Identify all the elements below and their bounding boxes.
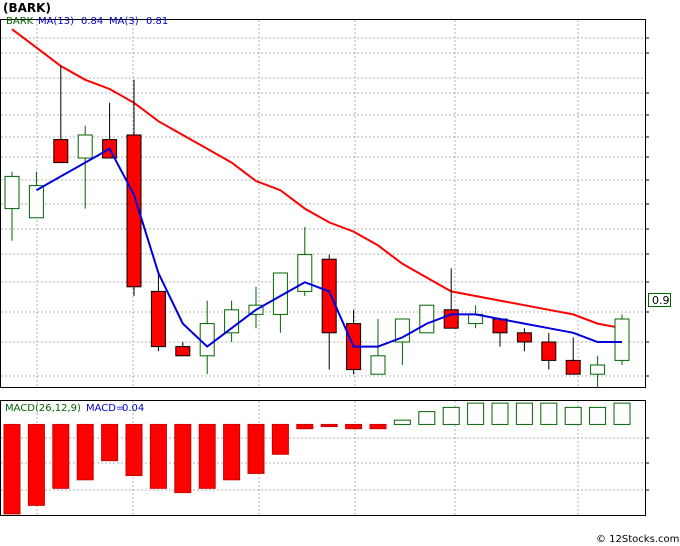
candle-body <box>590 364 606 375</box>
macd-bar <box>27 423 45 506</box>
macd-legend-value: 0.04 <box>122 403 144 414</box>
legend-ma13-value: 0.84 <box>81 16 103 27</box>
candle-body <box>614 318 630 361</box>
candle-body <box>175 346 191 357</box>
candle-body <box>541 341 557 361</box>
macd-bar <box>345 423 363 430</box>
candle-body <box>492 318 508 334</box>
candle-body <box>565 359 581 375</box>
candle-body <box>321 258 337 334</box>
chart-svg: (BARK) BARK MA(13) 0.84 MA(3) 0.81 MACD(… <box>0 1 679 545</box>
macd-bar <box>613 402 631 425</box>
last-price-label: 0.9 <box>652 294 670 307</box>
candle-body <box>370 355 386 375</box>
chart-title: (BARK) <box>3 1 51 15</box>
candle-body <box>419 304 435 334</box>
macd-bar <box>271 423 289 455</box>
candle-body <box>199 323 215 357</box>
macd-bar <box>515 402 533 425</box>
macd-legend-name: MACD <box>86 403 116 414</box>
macd-bar <box>442 406 460 425</box>
macd-bar <box>3 423 21 515</box>
candle-body <box>443 309 459 329</box>
macd-bar <box>223 423 241 481</box>
candle-body <box>516 332 532 343</box>
candle-body <box>77 134 93 159</box>
macd-bar <box>174 423 192 494</box>
macd-bar <box>101 423 119 462</box>
macd-bar <box>125 423 143 477</box>
macd-bar <box>320 423 338 428</box>
legend-ma13-name: MA(13) <box>38 16 74 27</box>
macd-bar <box>369 423 387 430</box>
macd-bar <box>247 423 265 474</box>
macd-bar <box>149 423 167 489</box>
macd-bar <box>491 402 509 425</box>
candle-body <box>28 185 44 219</box>
candle-body <box>4 175 20 210</box>
macd-bar <box>393 419 411 425</box>
legend-ma3-name: MA(3) <box>109 16 139 27</box>
macd-bar <box>467 402 485 425</box>
macd-bar <box>76 423 94 481</box>
macd-bar <box>198 423 216 489</box>
legend-ma3-value: 0.81 <box>146 16 168 27</box>
macd-bar <box>589 406 607 425</box>
macd-bar <box>564 406 582 425</box>
watermark: © 12Stocks.com <box>596 534 679 545</box>
candle-body <box>53 139 69 164</box>
ticker-label: BARK <box>6 16 34 27</box>
macd-title: MACD(26,12,9) <box>5 403 81 414</box>
macd-bar <box>418 411 436 425</box>
macd-bar <box>296 423 314 430</box>
macd-bar <box>540 402 558 425</box>
candle-body <box>150 290 166 348</box>
macd-bar <box>52 423 70 489</box>
stock-chart-stage: (BARK) BARK MA(13) 0.84 MA(3) 0.81 MACD(… <box>0 0 680 546</box>
